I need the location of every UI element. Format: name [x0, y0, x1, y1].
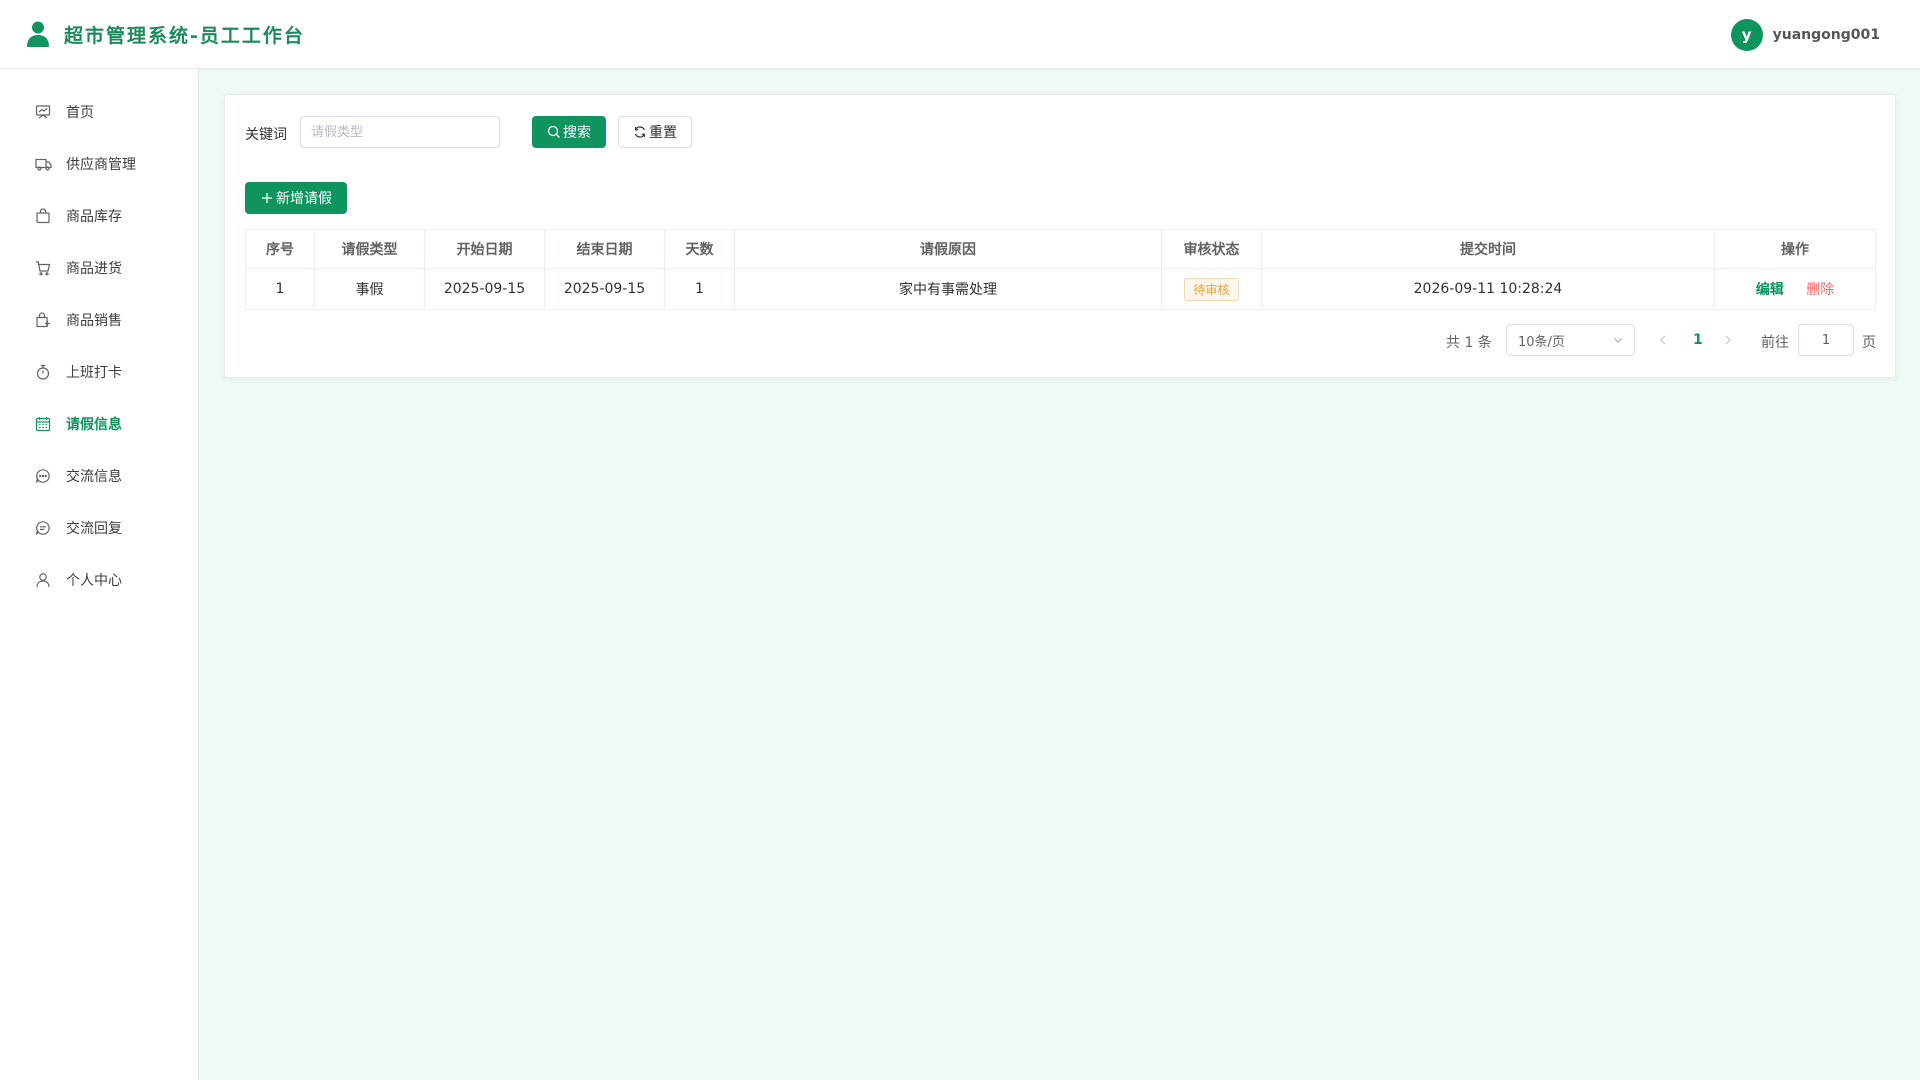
cell-index: 1	[245, 268, 315, 310]
sidebar-item-label: 商品进货	[66, 261, 122, 277]
sidebar-item-label: 交流信息	[66, 469, 122, 485]
page-number-current[interactable]: 1	[1693, 332, 1703, 348]
reset-button-label: 重置	[649, 125, 677, 141]
column-header: 开始日期	[424, 229, 545, 269]
cell-submitted-time: 2026-09-11 10:28:24	[1261, 268, 1715, 310]
cell-start-date: 2025-09-15	[424, 268, 545, 310]
sidebar-item-home[interactable]: 首页	[0, 92, 199, 132]
page-size-select[interactable]: 10条/页	[1506, 324, 1635, 356]
table-header-row: 序号 请假类型 开始日期 结束日期 天数 请假原因 审核状态 提交时间 操作	[245, 229, 1876, 269]
sidebar-item-profile[interactable]: 个人中心	[0, 560, 199, 600]
truck-icon	[34, 155, 52, 173]
sidebar-item-purchase[interactable]: 商品进货	[0, 248, 199, 288]
column-header: 请假类型	[314, 229, 425, 269]
bag-icon	[34, 207, 52, 225]
cell-type: 事假	[314, 268, 425, 310]
sidebar-item-label: 个人中心	[66, 573, 122, 589]
leave-panel: 关键词 搜索 重置 新增请假 序号 请假类型 开始日期 结束日期 天数	[224, 94, 1896, 378]
cell-actions: 编辑 删除	[1714, 268, 1876, 310]
sidebar-item-messages[interactable]: 交流信息	[0, 456, 199, 496]
plus-icon	[260, 191, 274, 205]
search-button[interactable]: 搜索	[532, 116, 606, 148]
sidebar-item-suppliers[interactable]: 供应商管理	[0, 144, 199, 184]
username[interactable]: yuangong001	[1773, 27, 1880, 43]
sidebar-item-label: 上班打卡	[66, 365, 122, 381]
cart-icon	[34, 259, 52, 277]
refresh-icon	[633, 125, 647, 139]
edit-link[interactable]: 编辑	[1756, 282, 1784, 298]
calendar-icon	[34, 415, 52, 433]
status-badge: 待审核	[1184, 277, 1239, 301]
dashboard-icon	[34, 103, 52, 121]
add-leave-button[interactable]: 新增请假	[245, 182, 347, 214]
column-header: 操作	[1714, 229, 1876, 269]
reset-button[interactable]: 重置	[618, 116, 692, 148]
sidebar: 首页 供应商管理 商品库存 商品进货 商品销售 上班打卡 请假信息 交流信息 交…	[0, 69, 199, 1080]
page-unit-label: 页	[1862, 335, 1876, 351]
sidebar-item-label: 首页	[66, 105, 94, 121]
search-input[interactable]	[300, 116, 500, 148]
page-size-value: 10条/页	[1518, 334, 1565, 350]
cell-end-date: 2025-09-15	[544, 268, 665, 310]
cell-status: 待审核	[1161, 268, 1262, 310]
cell-days: 1	[664, 268, 735, 310]
next-page-icon[interactable]	[1722, 332, 1734, 351]
chat-dots-icon	[34, 467, 52, 485]
column-header: 审核状态	[1161, 229, 1262, 269]
delete-link[interactable]: 删除	[1806, 282, 1834, 298]
goto-label: 前往	[1761, 335, 1789, 351]
column-header: 提交时间	[1261, 229, 1715, 269]
stopwatch-icon	[34, 363, 52, 381]
sidebar-item-label: 商品销售	[66, 313, 122, 329]
shopping-bag-icon	[34, 311, 52, 329]
search-button-label: 搜索	[563, 125, 591, 141]
goto-page-input[interactable]	[1798, 324, 1854, 356]
column-header: 结束日期	[544, 229, 665, 269]
sidebar-item-label: 商品库存	[66, 209, 122, 225]
total-count: 共 1 条	[1446, 335, 1492, 351]
column-header: 请假原因	[734, 229, 1162, 269]
avatar[interactable]: y	[1730, 19, 1763, 51]
column-header: 天数	[664, 229, 735, 269]
sidebar-item-clock-in[interactable]: 上班打卡	[0, 352, 199, 392]
sidebar-item-leave[interactable]: 请假信息	[0, 404, 199, 444]
brand: 超市管理系统-员工工作台	[26, 20, 305, 48]
chevron-down-icon	[1612, 334, 1624, 350]
table-row: 1 事假 2025-09-15 2025-09-15 1 家中有事需处理 待审核…	[245, 268, 1876, 310]
sidebar-item-label: 请假信息	[66, 417, 122, 433]
add-leave-button-label: 新增请假	[276, 191, 332, 207]
column-header: 序号	[245, 229, 315, 269]
sidebar-item-sales[interactable]: 商品销售	[0, 300, 199, 340]
prev-page-icon[interactable]	[1657, 332, 1669, 351]
top-header: 超市管理系统-员工工作台 y yuangong001	[0, 0, 1920, 69]
user-menu[interactable]: y yuangong001	[1730, 19, 1880, 51]
user-icon	[34, 571, 52, 589]
chat-lines-icon	[34, 519, 52, 537]
user-logo-icon	[27, 21, 49, 47]
sidebar-item-replies[interactable]: 交流回复	[0, 508, 199, 548]
app-title: 超市管理系统-员工工作台	[64, 24, 305, 47]
sidebar-item-label: 供应商管理	[66, 157, 136, 173]
search-icon	[547, 125, 561, 139]
cell-reason: 家中有事需处理	[734, 268, 1162, 310]
sidebar-item-inventory[interactable]: 商品库存	[0, 196, 199, 236]
leave-table: 序号 请假类型 开始日期 结束日期 天数 请假原因 审核状态 提交时间 操作 1…	[245, 229, 1876, 310]
sidebar-item-label: 交流回复	[66, 521, 122, 537]
keyword-label: 关键词	[245, 127, 287, 143]
